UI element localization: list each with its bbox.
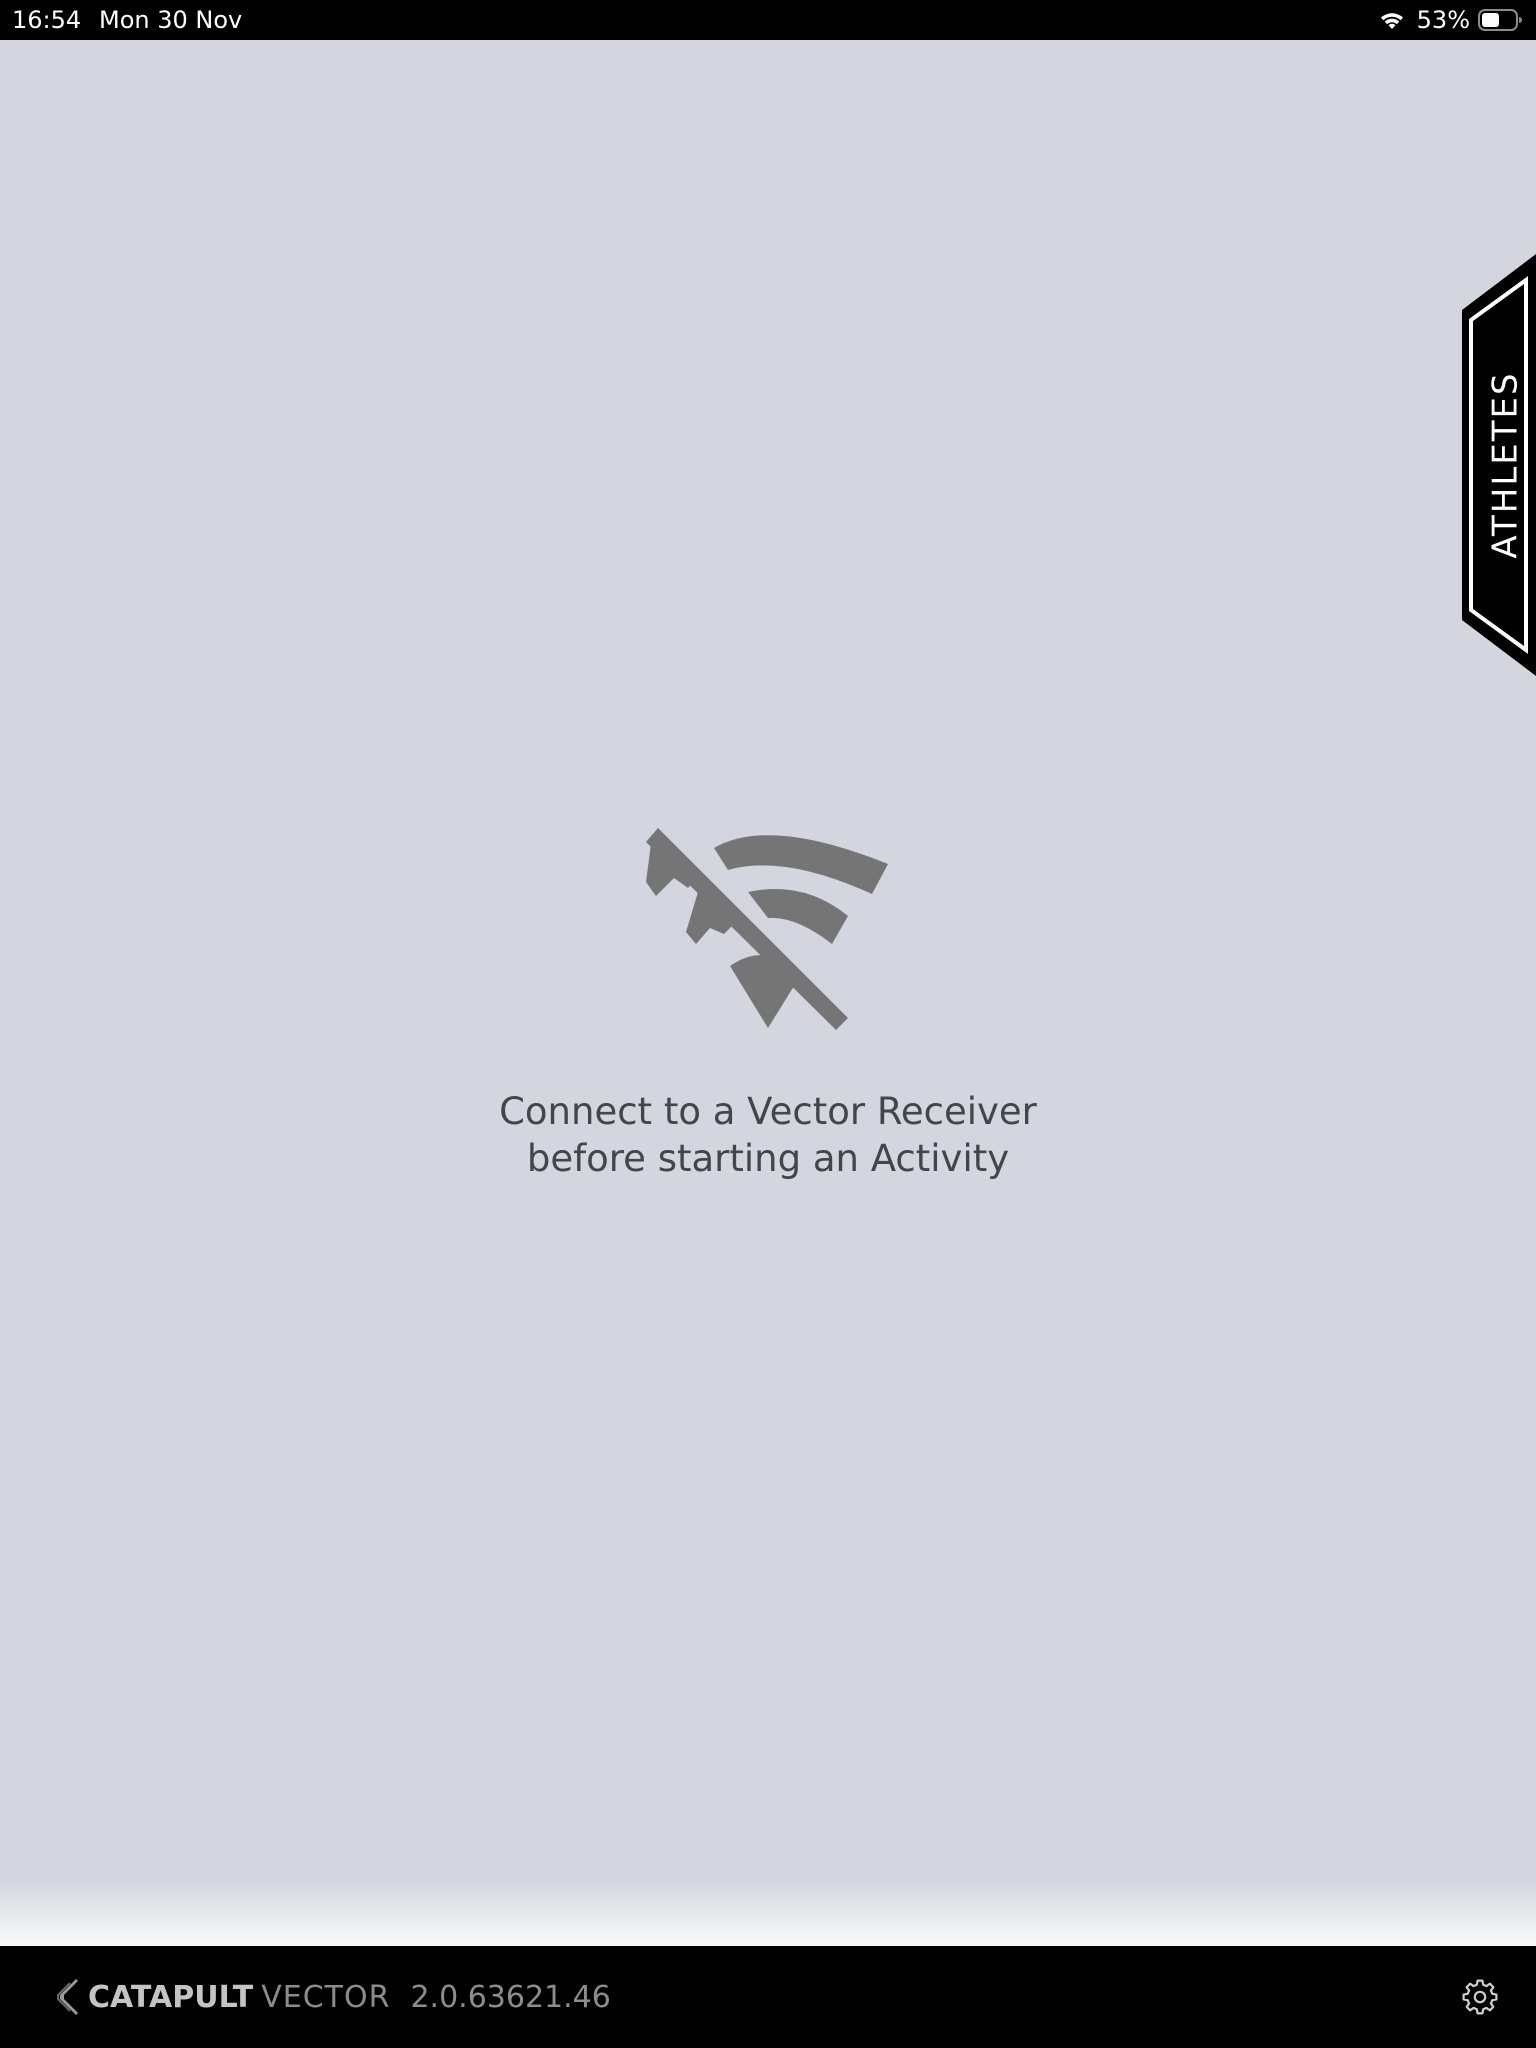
athletes-tab-label: ATHLETES xyxy=(1486,371,1526,559)
brand-lockup: CATAPULT VECTOR 2.0.63621.46 xyxy=(56,1946,611,2048)
brand-vector: VECTOR xyxy=(261,1979,391,2015)
empty-state-message: Connect to a Vector Receiver before star… xyxy=(368,1088,1168,1182)
battery-icon xyxy=(1478,9,1522,31)
status-date: Mon 30 Nov xyxy=(99,6,243,34)
battery-percent: 53% xyxy=(1416,6,1470,34)
message-line-2: before starting an Activity xyxy=(526,1137,1010,1180)
brand-catapult: CATAPULT xyxy=(88,1979,254,2015)
message-line-1: Connect to a Vector Receiver xyxy=(499,1090,1037,1133)
footer-bar: CATAPULT VECTOR 2.0.63621.46 xyxy=(0,1946,1536,2048)
gear-icon[interactable] xyxy=(1462,1979,1498,2015)
catapult-logo-icon xyxy=(57,1979,78,2015)
main-bottom-fade xyxy=(0,1880,1536,1946)
status-time: 16:54 xyxy=(12,6,82,34)
athletes-tab[interactable]: ATHLETES xyxy=(1462,254,1536,676)
wifi-icon xyxy=(1380,13,1403,29)
status-bar: 16:54 Mon 30 Nov 53% xyxy=(0,0,1536,40)
athletes-tab-label-wrap: ATHLETES xyxy=(1462,254,1536,676)
status-indicators: 53% xyxy=(1377,0,1522,40)
wifi-off-icon xyxy=(646,828,888,1030)
app-version: 2.0.63621.46 xyxy=(410,1979,611,2015)
